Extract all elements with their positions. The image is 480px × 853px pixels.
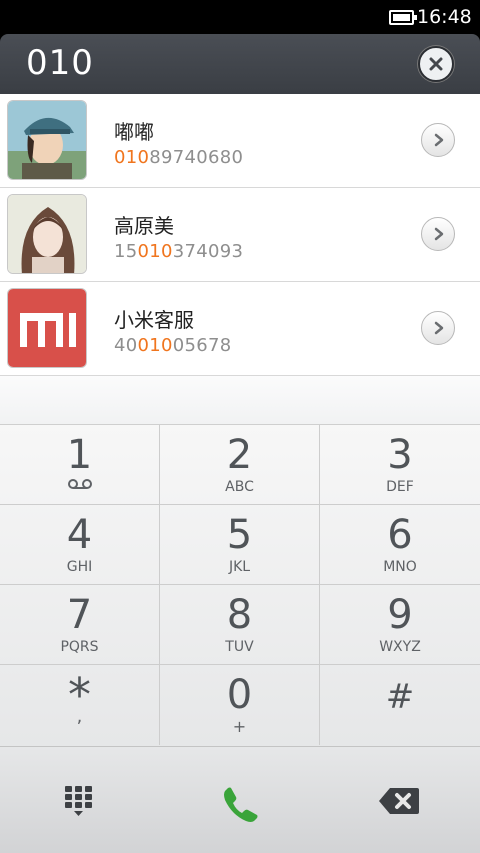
keypad-toggle-button[interactable] — [0, 747, 160, 853]
dialer-action-bar — [0, 746, 480, 853]
phone-prefix: 40 — [114, 335, 138, 356]
contact-avatar — [7, 288, 87, 368]
contact-avatar — [7, 194, 87, 274]
key-digit: 3 — [387, 432, 413, 478]
status-bar: 16:48 — [0, 0, 480, 34]
key-digit: 6 — [387, 512, 413, 558]
key-6[interactable]: 6 MNO — [320, 505, 480, 585]
key-1[interactable]: 1 — [0, 425, 160, 505]
key-0[interactable]: 0 + — [160, 665, 320, 745]
chevron-right-icon — [434, 133, 444, 147]
contact-row[interactable]: 小米客服 4001005678 — [0, 282, 480, 376]
key-9[interactable]: 9 WXYZ — [320, 585, 480, 665]
voicemail-icon — [67, 479, 92, 489]
contact-detail-button[interactable] — [421, 217, 455, 251]
battery-icon — [389, 10, 417, 25]
phone-suffix: 89740680 — [149, 147, 244, 168]
key-digit: # — [385, 677, 415, 717]
key-letters: DEF — [386, 479, 414, 495]
call-button[interactable] — [160, 747, 320, 853]
contact-row[interactable]: 嘟嘟 01089740680 — [0, 94, 480, 188]
close-icon — [429, 57, 443, 71]
key-digit: 5 — [226, 512, 253, 558]
contact-name: 嘟嘟 — [114, 120, 154, 144]
phone-icon — [224, 787, 258, 822]
key-letters: + — [232, 717, 247, 736]
key-letters: TUV — [225, 639, 254, 655]
chevron-right-icon — [434, 321, 444, 335]
contact-name: 小米客服 — [114, 308, 194, 332]
battery-fill — [393, 14, 410, 21]
key-8[interactable]: 8 TUV — [160, 585, 320, 665]
key-digit: 1 — [66, 432, 93, 478]
phone-prefix: 15 — [114, 241, 138, 262]
key-star[interactable]: * , — [0, 665, 160, 745]
contact-row[interactable]: 高原美 15010374093 — [0, 188, 480, 282]
key-letters: , — [76, 706, 83, 727]
phone-suffix: 05678 — [172, 335, 232, 356]
contact-name: 高原美 — [114, 214, 174, 238]
dialed-number[interactable]: 010 — [26, 43, 94, 83]
key-digit: 0 — [226, 672, 253, 718]
contact-results-list: 嘟嘟 01089740680 高原美 15010374093 小米客服 4001… — [0, 94, 480, 424]
key-2[interactable]: 2 ABC — [160, 425, 320, 505]
contact-phone: 15010374093 — [114, 241, 243, 262]
key-letters: JKL — [228, 559, 251, 575]
dial-keypad: 1 2 ABC 3 DEF 4 GHI 5 JKL 6 MNO 7 PQRS 8… — [0, 424, 480, 746]
key-digit: 7 — [66, 592, 93, 638]
key-digit: 2 — [226, 432, 253, 478]
clear-button[interactable] — [418, 46, 454, 82]
key-letters: MNO — [383, 559, 417, 575]
contact-phone: 01089740680 — [114, 147, 243, 168]
phone-match: 010 — [137, 241, 173, 262]
contact-detail-button[interactable] — [421, 123, 455, 157]
key-letters: WXYZ — [379, 639, 421, 655]
contact-phone: 4001005678 — [114, 335, 232, 356]
dial-input-bar: 010 — [0, 34, 480, 94]
key-4[interactable]: 4 GHI — [0, 505, 160, 585]
key-letters: ABC — [225, 479, 254, 495]
key-hash[interactable]: # — [320, 665, 480, 745]
phone-match: 010 — [114, 147, 150, 168]
key-3[interactable]: 3 DEF — [320, 425, 480, 505]
phone-suffix: 374093 — [172, 241, 244, 262]
chevron-right-icon — [434, 227, 444, 241]
backspace-button[interactable] — [320, 747, 480, 853]
contact-detail-button[interactable] — [421, 311, 455, 345]
key-letters: PQRS — [60, 639, 99, 655]
dialpad-icon — [65, 786, 92, 816]
key-digit: 9 — [387, 592, 413, 638]
key-digit: 4 — [66, 512, 93, 558]
phone-match: 010 — [137, 335, 173, 356]
key-digit: 8 — [226, 592, 253, 638]
backspace-icon — [379, 788, 419, 814]
status-time: 16:48 — [417, 6, 472, 28]
key-letters: GHI — [66, 559, 93, 575]
key-7[interactable]: 7 PQRS — [0, 585, 160, 665]
contact-avatar — [7, 100, 87, 180]
key-5[interactable]: 5 JKL — [160, 505, 320, 585]
